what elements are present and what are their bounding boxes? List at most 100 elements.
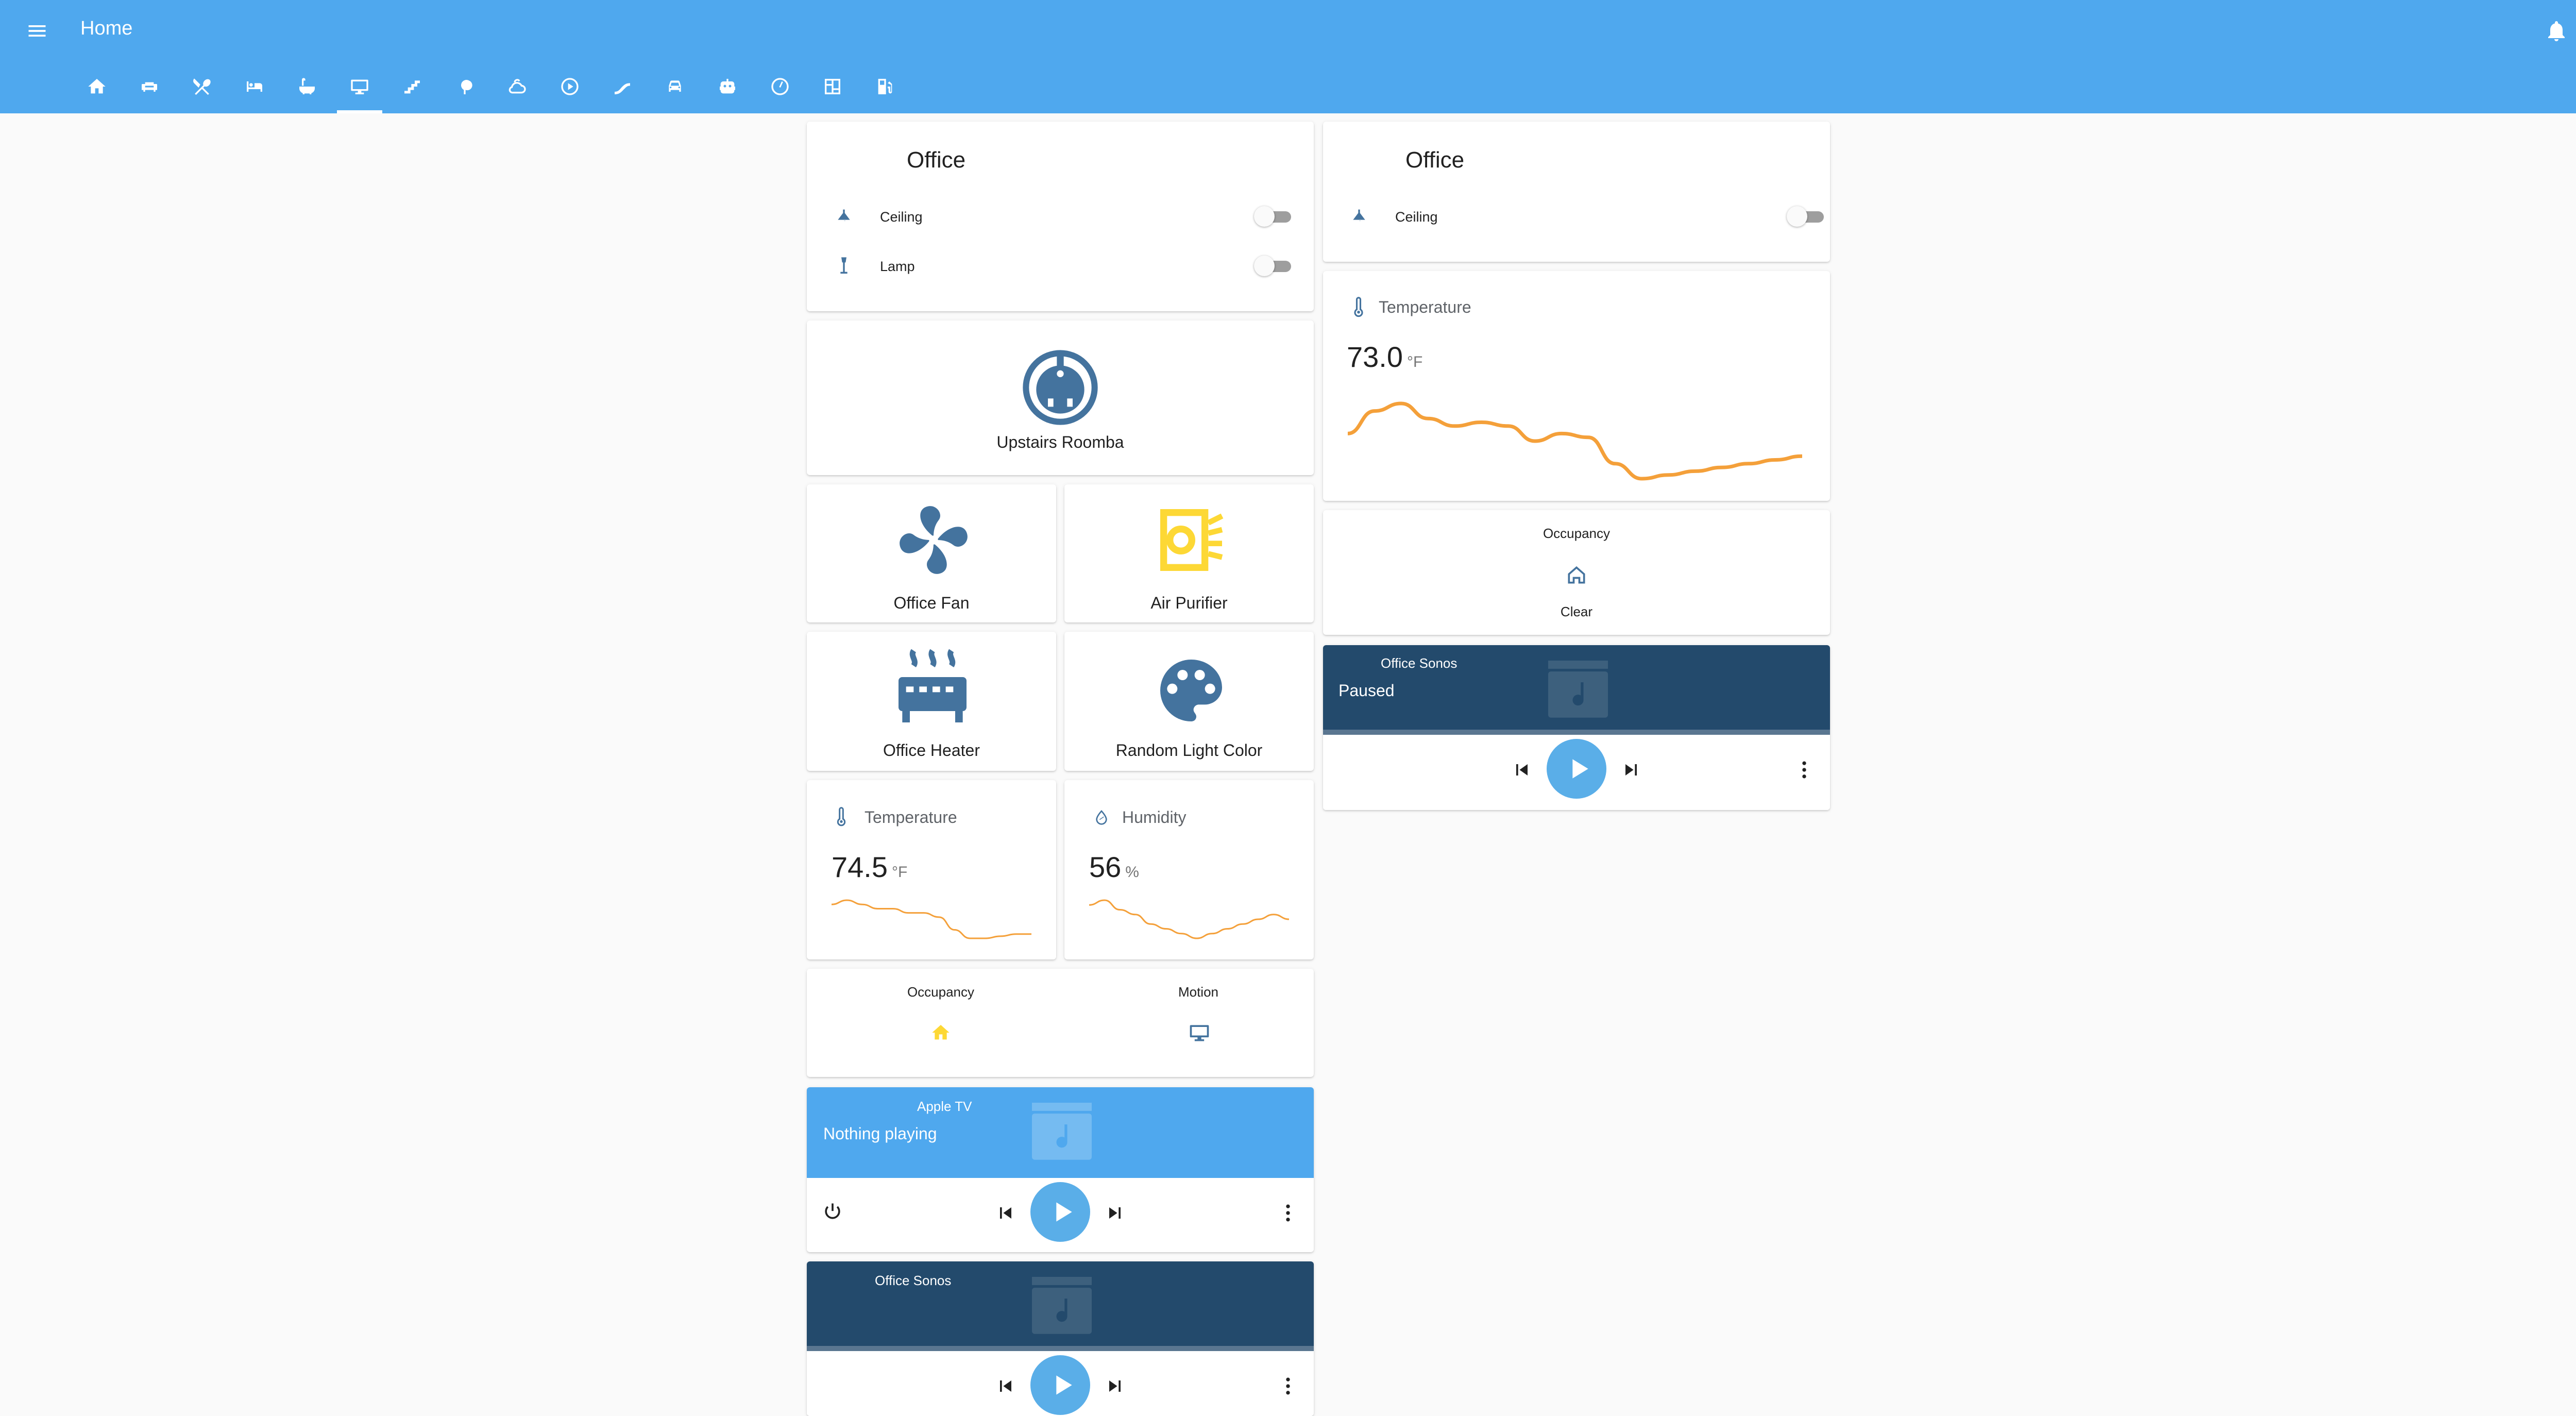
more-options-icon[interactable]	[1282, 1202, 1294, 1224]
previous-track-icon[interactable]	[994, 1375, 1017, 1397]
temperature-sensor-card[interactable]: Temperature 74.5 °F	[807, 780, 1056, 959]
next-track-icon[interactable]	[1104, 1375, 1126, 1397]
media-artwork-area: Office Sonos	[807, 1261, 1314, 1346]
tab-office[interactable]	[337, 72, 382, 113]
tab-bathroom[interactable]	[284, 72, 330, 113]
card-title: Office	[907, 147, 966, 173]
tab-stairs[interactable]	[389, 72, 435, 113]
random-light-color-card[interactable]: Random Light Color	[1064, 632, 1314, 771]
media-state: Paused	[1338, 681, 1395, 700]
play-button[interactable]	[1030, 1355, 1090, 1415]
monitor-icon	[351, 79, 368, 94]
music-video-icon	[1032, 1277, 1092, 1334]
entity-row-lamp[interactable]: Lamp	[834, 251, 1297, 282]
menu-icon[interactable]	[25, 20, 49, 42]
more-options-icon[interactable]	[1282, 1375, 1294, 1397]
tab-bedroom[interactable]	[232, 72, 277, 113]
office-entities-card-right: Office Ceiling	[1323, 122, 1830, 262]
media-controls	[1323, 735, 1830, 810]
thermometer-icon	[1354, 297, 1363, 317]
entity-label: Ceiling	[880, 209, 923, 225]
car-icon	[669, 80, 681, 92]
lamp-toggle[interactable]	[1254, 255, 1295, 277]
media-controls	[807, 1351, 1314, 1416]
gauge-icon	[771, 78, 789, 95]
ceiling-toggle[interactable]	[1254, 205, 1295, 228]
media-controls	[807, 1178, 1314, 1250]
media-state: Nothing playing	[823, 1124, 937, 1143]
occupancy-label: Occupancy	[907, 984, 975, 1000]
office-sonos-media-card: Office Sonos	[807, 1261, 1314, 1416]
tab-media[interactable]	[547, 72, 592, 113]
media-artwork-area: Apple TV Nothing playing	[807, 1087, 1314, 1178]
entity-row-ceiling[interactable]: Ceiling	[834, 202, 1297, 233]
entity-label: Ceiling	[1395, 209, 1438, 225]
tab-home[interactable]	[74, 72, 120, 113]
history-line	[832, 899, 1031, 939]
gas-pump-icon	[878, 79, 892, 94]
heater-name: Office Heater	[883, 741, 980, 760]
tab-living-room[interactable]	[127, 72, 172, 113]
media-source-name: Office Sonos	[1381, 655, 1458, 671]
temperature-history-graph	[1348, 401, 1802, 481]
play-icon	[1056, 1202, 1072, 1222]
apple-tv-media-card: Apple TV Nothing playing	[807, 1087, 1314, 1252]
fan-icon	[900, 506, 968, 574]
occupancy-state: Clear	[1560, 604, 1593, 619]
utensils-icon	[193, 78, 211, 95]
power-icon[interactable]	[821, 1201, 844, 1223]
ceiling-toggle[interactable]	[1787, 205, 1828, 228]
sensor-name: Temperature	[1379, 298, 1471, 316]
occupancy-label: Occupancy	[1543, 526, 1611, 541]
home-icon[interactable]	[930, 1022, 951, 1043]
tree-icon	[461, 80, 472, 94]
office-entities-card: Office Ceiling Lamp	[807, 122, 1314, 311]
tab-garden[interactable]	[442, 72, 487, 113]
palette-icon	[1160, 660, 1222, 721]
ceiling-light-icon	[838, 209, 850, 221]
robot-icon	[720, 79, 735, 94]
tab-system[interactable]	[757, 72, 803, 113]
office-sonos-media-card-right: Office Sonos Paused	[1323, 645, 1830, 810]
home-outline-icon[interactable]	[1565, 564, 1588, 586]
office-fan-card[interactable]: Office Fan	[807, 484, 1056, 622]
previous-track-icon[interactable]	[994, 1202, 1017, 1224]
floor-lamp-icon	[840, 257, 848, 274]
entity-row-ceiling[interactable]: Ceiling	[1349, 202, 1824, 233]
tab-floorplan[interactable]	[810, 72, 855, 113]
monitor-icon[interactable]	[1188, 1021, 1211, 1044]
view-tabs	[72, 72, 948, 113]
tab-weather[interactable]	[495, 72, 540, 113]
tab-energy[interactable]	[862, 72, 908, 113]
tab-kids[interactable]	[600, 72, 645, 113]
more-options-icon[interactable]	[1798, 758, 1810, 781]
office-heater-card[interactable]: Office Heater	[807, 632, 1056, 771]
previous-track-icon[interactable]	[1511, 758, 1533, 781]
next-track-icon[interactable]	[1104, 1202, 1126, 1224]
temperature-history-graph	[832, 899, 1031, 939]
grid-icon	[825, 79, 840, 94]
bed-icon	[247, 81, 262, 92]
page-title: Home	[80, 18, 133, 39]
media-progress-bar[interactable]	[1323, 730, 1830, 735]
purifier-name: Air Purifier	[1150, 594, 1228, 612]
tab-kitchen[interactable]	[179, 72, 225, 113]
play-button[interactable]	[1547, 739, 1606, 799]
history-line	[1348, 401, 1802, 481]
air-purifier-icon	[1160, 509, 1224, 571]
tab-robots[interactable]	[705, 72, 750, 113]
play-button[interactable]	[1030, 1182, 1090, 1242]
humidity-history-graph	[1089, 899, 1289, 939]
sensor-value: 74.5 °F	[832, 851, 908, 883]
roomba-button-card[interactable]: Upstairs Roomba	[807, 321, 1314, 475]
music-video-icon	[1548, 661, 1608, 718]
tab-garage[interactable]	[652, 72, 698, 113]
play-circle-icon	[561, 78, 579, 95]
music-video-icon	[1032, 1103, 1092, 1160]
notifications-icon[interactable]	[2544, 19, 2569, 43]
media-progress-bar[interactable]	[807, 1346, 1314, 1351]
air-purifier-card[interactable]: Air Purifier	[1064, 484, 1314, 622]
humidity-sensor-card[interactable]: Humidity 56%	[1064, 780, 1314, 959]
temperature-sensor-card-right[interactable]: Temperature 73.0 °F	[1323, 271, 1830, 501]
next-track-icon[interactable]	[1620, 758, 1642, 781]
